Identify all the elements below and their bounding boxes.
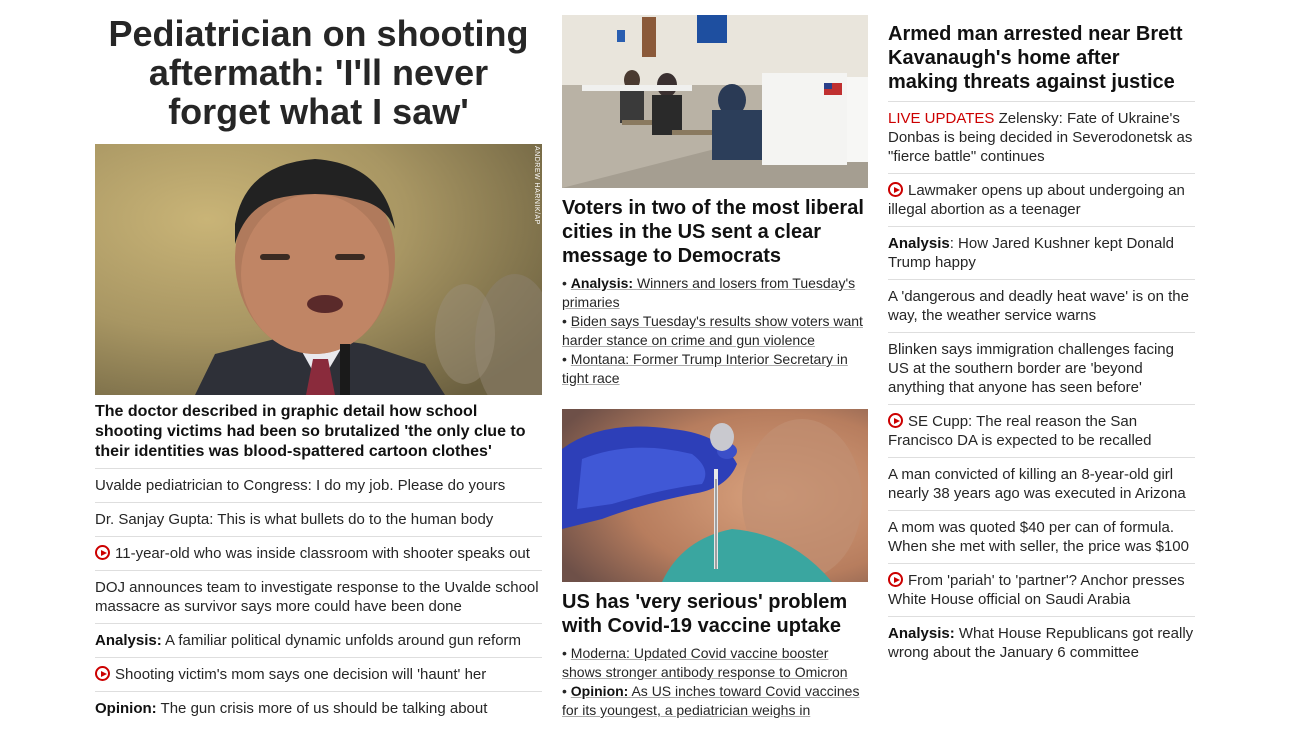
list-item[interactable]: Dr. Sanjay Gupta: This is what bullets d… [95,503,542,537]
item-prefix: Opinion: [95,700,157,717]
related-list: Uvalde pediatrician to Congress: I do my… [95,469,542,725]
photo-credit: ANDREW HARNIK/AP [533,146,540,225]
list-item[interactable]: SE Cupp: The real reason the San Francis… [888,405,1195,458]
middle-column: Voters in two of the most liberal cities… [562,0,868,720]
bullet-item[interactable]: • Analysis: Winners and losers from Tues… [562,274,868,312]
vaccine-related-list: • Moderna: Updated Covid vaccine booster… [562,644,868,720]
right-column: Armed man arrested near Brett Kavanaugh'… [888,0,1195,669]
hero-headline[interactable]: Pediatrician on shooting aftermath: 'I'l… [95,14,542,131]
item-text: From 'pariah' to 'partner'? Anchor press… [888,572,1185,608]
lead-column: Pediatrician on shooting aftermath: 'I'l… [95,0,542,725]
list-item[interactable]: DOJ announces team to investigate respon… [95,571,542,624]
item-prefix: Analysis [888,235,950,252]
kavanaugh-headline[interactable]: Armed man arrested near Brett Kavanaugh'… [888,22,1195,102]
bullet-item[interactable]: • Moderna: Updated Covid vaccine booster… [562,644,868,682]
voters-photo[interactable] [562,15,868,188]
hero-photo[interactable]: ANDREW HARNIK/AP [95,144,542,395]
play-video-icon [888,572,903,587]
list-item[interactable]: Blinken says immigration challenges faci… [888,333,1195,405]
item-prefix: Analysis: [888,625,955,642]
bullet-link[interactable]: Moderna: Updated Covid vaccine booster s… [562,645,848,680]
vaccine-headline[interactable]: US has 'very serious' problem with Covid… [562,590,868,638]
item-prefix: Analysis: [95,632,162,649]
bullet-link[interactable]: Montana: Former Trump Interior Secretary… [562,351,848,386]
hero-summary[interactable]: The doctor described in graphic detail h… [95,402,542,469]
bullet-link[interactable]: Opinion: As US inches toward Covid vacci… [562,683,859,718]
list-item[interactable]: 11-year-old who was inside classroom wit… [95,537,542,571]
play-video-icon [95,666,110,681]
bullet-item[interactable]: • Opinion: As US inches toward Covid vac… [562,682,868,720]
item-text: 11-year-old who was inside classroom wit… [115,545,530,562]
list-item[interactable]: From 'pariah' to 'partner'? Anchor press… [888,564,1195,617]
bullet-link[interactable]: Biden says Tuesday's results show voters… [562,313,863,348]
item-text: The gun crisis more of us should be talk… [156,700,488,717]
bullet-prefix: Analysis: [570,275,634,291]
list-item[interactable]: A mom was quoted $40 per can of formula.… [888,511,1195,564]
list-item[interactable]: Analysis: How Jared Kushner kept Donald … [888,227,1195,280]
list-item[interactable]: Shooting victim's mom says one decision … [95,658,542,692]
list-item[interactable]: Analysis: What House Republicans got rea… [888,617,1195,669]
headline-list: LIVE UPDATES Zelensky: Fate of Ukraine's… [888,102,1195,669]
item-text: SE Cupp: The real reason the San Francis… [888,413,1152,449]
list-item[interactable]: A 'dangerous and deadly heat wave' is on… [888,280,1195,333]
item-text: Dr. Sanjay Gupta: This is what bullets d… [95,511,494,528]
live-updates-label: LIVE UPDATES [888,110,995,127]
bullet-link[interactable]: Analysis: Winners and losers from Tuesda… [562,275,855,310]
bullet-item[interactable]: • Montana: Former Trump Interior Secreta… [562,350,868,388]
bullet-item[interactable]: • Biden says Tuesday's results show vote… [562,312,868,350]
vaccine-photo[interactable] [562,409,868,582]
list-item[interactable]: Opinion: The gun crisis more of us shoul… [95,692,542,725]
list-item[interactable]: Uvalde pediatrician to Congress: I do my… [95,469,542,503]
list-item[interactable]: Lawmaker opens up about undergoing an il… [888,174,1195,227]
item-text: Lawmaker opens up about undergoing an il… [888,182,1185,218]
list-item[interactable]: Analysis: A familiar political dynamic u… [95,624,542,658]
polling-station-photo [562,15,868,188]
item-text: Blinken says immigration challenges faci… [888,341,1174,396]
item-text: A man convicted of killing an 8-year-old… [888,466,1186,502]
item-text: A familiar political dynamic unfolds aro… [161,632,522,649]
voters-headline[interactable]: Voters in two of the most liberal cities… [562,196,868,268]
list-item[interactable]: LIVE UPDATES Zelensky: Fate of Ukraine's… [888,102,1195,174]
list-item[interactable]: A man convicted of killing an 8-year-old… [888,458,1195,511]
play-video-icon [888,182,903,197]
voters-related-list: • Analysis: Winners and losers from Tues… [562,274,868,388]
item-text: Shooting victim's mom says one decision … [115,666,487,683]
play-video-icon [888,413,903,428]
vaccine-syringe-photo [562,409,868,582]
item-text: Uvalde pediatrician to Congress: I do my… [95,477,506,494]
bullet-prefix: Opinion: [570,683,629,699]
item-text: A 'dangerous and deadly heat wave' is on… [888,288,1189,324]
item-text: A mom was quoted $40 per can of formula.… [888,519,1189,555]
pediatrician-photo [95,144,542,395]
item-text: DOJ announces team to investigate respon… [95,579,539,615]
play-video-icon [95,545,110,560]
